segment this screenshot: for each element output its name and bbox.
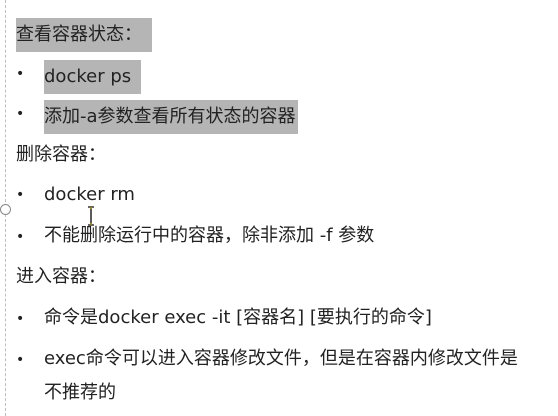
list-item-rm-warning[interactable]: 不能删除运行中的容器，除非添加 -f 参数 [44,223,374,249]
list-item-text: docker ps [44,60,142,94]
bullet-icon: • [16,187,25,203]
bullet-icon: • [16,66,25,82]
list-item-exec-note[interactable]: exec命令可以进入容器修改文件，但是在容器内修改文件是 [44,346,518,372]
list-item-docker-exec[interactable]: 命令是docker exec -it [容器名] [要执行的命令] [44,305,432,331]
list-item-exec-note-continued: 不推荐的 [44,382,116,403]
list-item-docker-ps[interactable]: docker ps [44,60,142,94]
bullet-icon: • [16,229,25,245]
list-item-docker-rm[interactable]: docker rm [44,182,135,208]
bullet-icon: • [16,311,25,327]
section-heading-status: 查看容器状态： [16,18,152,52]
block-drag-handle[interactable] [0,204,11,215]
list-item-add-a-flag[interactable]: 添加-a参数查看所有状态的容器 [44,100,298,134]
section-heading-enter: 进入容器： [16,266,106,287]
section-heading-remove: 删除容器： [16,144,106,165]
bullet-icon: • [16,352,25,368]
heading-text: 查看容器状态： [16,18,152,52]
list-item-text: 添加-a参数查看所有状态的容器 [44,100,298,134]
bullet-icon: • [16,106,25,122]
text-cursor-icon [88,206,94,226]
